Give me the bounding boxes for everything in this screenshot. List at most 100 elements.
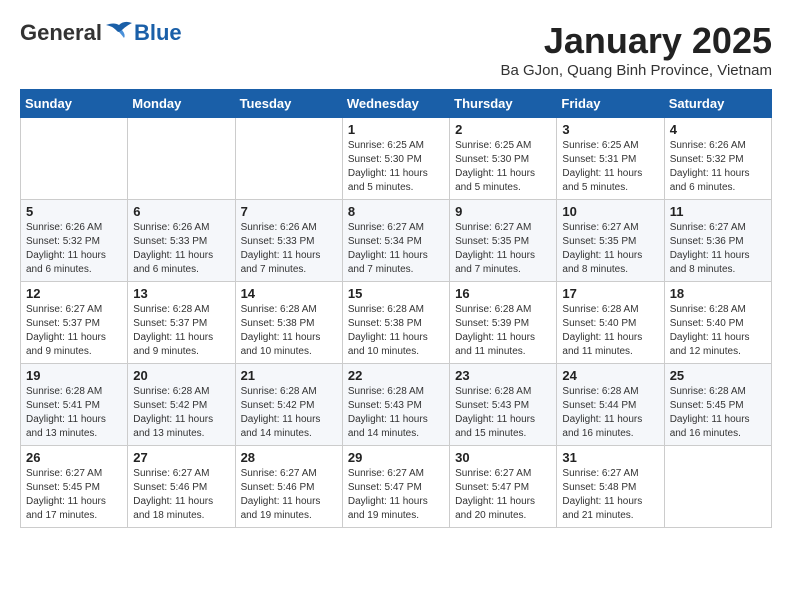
day-number: 27: [133, 450, 229, 465]
day-number: 6: [133, 204, 229, 219]
day-info: Sunrise: 6:27 AM Sunset: 5:35 PM Dayligh…: [562, 221, 658, 277]
weekday-header-row: SundayMondayTuesdayWednesdayThursdayFrid…: [21, 90, 772, 118]
title-area: January 2025 Ba GJon, Quang Binh Provinc…: [500, 20, 772, 79]
weekday-wednesday: Wednesday: [342, 90, 449, 118]
calendar-cell: 5 Sunrise: 6:26 AM Sunset: 5:32 PM Daylig…: [21, 200, 128, 282]
day-info: Sunrise: 6:27 AM Sunset: 5:48 PM Dayligh…: [562, 467, 658, 523]
day-number: 10: [562, 204, 658, 219]
day-number: 30: [455, 450, 551, 465]
calendar-cell: 25Sunrise: 6:28 AM Sunset: 5:45 PM Dayli…: [664, 364, 771, 446]
calendar-cell: 28 Sunrise: 6:27 AM Sunset: 5:46 PM Dayli…: [235, 446, 342, 528]
day-number: 28: [241, 450, 337, 465]
calendar-week-4: 19 Sunrise: 6:28 AM Sunset: 5:41 PM Dayli…: [21, 364, 772, 446]
weekday-saturday: Saturday: [664, 90, 771, 118]
day-info: Sunrise: 6:28 AM Sunset: 5:37 PM Dayligh…: [133, 303, 229, 359]
day-number: 26: [26, 450, 122, 465]
day-number: 16: [455, 286, 551, 301]
calendar-cell: 14Sunrise: 6:28 AM Sunset: 5:38 PM Dayli…: [235, 282, 342, 364]
calendar-cell: 22 Sunrise: 6:28 AM Sunset: 5:43 PM Dayli…: [342, 364, 449, 446]
calendar-cell: [128, 118, 235, 200]
day-info: Sunrise: 6:28 AM Sunset: 5:42 PM Dayligh…: [133, 385, 229, 441]
day-info: Sunrise: 6:28 AM Sunset: 5:40 PM Dayligh…: [562, 303, 658, 359]
calendar-table: SundayMondayTuesdayWednesdayThursdayFrid…: [20, 89, 772, 528]
calendar-cell: 27 Sunrise: 6:27 AM Sunset: 5:46 PM Dayli…: [128, 446, 235, 528]
day-number: 21: [241, 368, 337, 383]
calendar-cell: 17 Sunrise: 6:28 AM Sunset: 5:40 PM Dayli…: [557, 282, 664, 364]
calendar-cell: 18Sunrise: 6:28 AM Sunset: 5:40 PM Dayli…: [664, 282, 771, 364]
calendar-cell: 8Sunrise: 6:27 AM Sunset: 5:34 PM Daylig…: [342, 200, 449, 282]
day-number: 25: [670, 368, 766, 383]
day-info: Sunrise: 6:27 AM Sunset: 5:47 PM Dayligh…: [348, 467, 444, 523]
day-number: 3: [562, 122, 658, 137]
day-number: 17: [562, 286, 658, 301]
day-number: 19: [26, 368, 122, 383]
calendar-cell: 12 Sunrise: 6:27 AM Sunset: 5:37 PM Dayli…: [21, 282, 128, 364]
day-info: Sunrise: 6:28 AM Sunset: 5:38 PM Dayligh…: [241, 303, 337, 359]
day-info: Sunrise: 6:28 AM Sunset: 5:42 PM Dayligh…: [241, 385, 337, 441]
day-number: 5: [26, 204, 122, 219]
day-info: Sunrise: 6:27 AM Sunset: 5:47 PM Dayligh…: [455, 467, 551, 523]
calendar-cell: 16 Sunrise: 6:28 AM Sunset: 5:39 PM Dayli…: [450, 282, 557, 364]
day-info: Sunrise: 6:27 AM Sunset: 5:35 PM Dayligh…: [455, 221, 551, 277]
calendar-week-5: 26 Sunrise: 6:27 AM Sunset: 5:45 PM Dayli…: [21, 446, 772, 528]
calendar-cell: 23Sunrise: 6:28 AM Sunset: 5:43 PM Dayli…: [450, 364, 557, 446]
day-number: 1: [348, 122, 444, 137]
calendar-cell: 24 Sunrise: 6:28 AM Sunset: 5:44 PM Dayli…: [557, 364, 664, 446]
weekday-thursday: Thursday: [450, 90, 557, 118]
day-number: 4: [670, 122, 766, 137]
day-info: Sunrise: 6:26 AM Sunset: 5:32 PM Dayligh…: [26, 221, 122, 277]
calendar-cell: 3 Sunrise: 6:25 AM Sunset: 5:31 PM Daylig…: [557, 118, 664, 200]
calendar-week-2: 5 Sunrise: 6:26 AM Sunset: 5:32 PM Daylig…: [21, 200, 772, 282]
day-number: 7: [241, 204, 337, 219]
day-number: 11: [670, 204, 766, 219]
weekday-friday: Friday: [557, 90, 664, 118]
calendar-cell: 7 Sunrise: 6:26 AM Sunset: 5:33 PM Daylig…: [235, 200, 342, 282]
calendar-cell: 19 Sunrise: 6:28 AM Sunset: 5:41 PM Dayli…: [21, 364, 128, 446]
day-info: Sunrise: 6:27 AM Sunset: 5:45 PM Dayligh…: [26, 467, 122, 523]
day-info: Sunrise: 6:28 AM Sunset: 5:41 PM Dayligh…: [26, 385, 122, 441]
day-number: 22: [348, 368, 444, 383]
logo-blue-text: Blue: [134, 20, 182, 46]
day-number: 24: [562, 368, 658, 383]
month-title: January 2025: [500, 20, 772, 62]
day-info: Sunrise: 6:27 AM Sunset: 5:36 PM Dayligh…: [670, 221, 766, 277]
day-info: Sunrise: 6:26 AM Sunset: 5:33 PM Dayligh…: [133, 221, 229, 277]
calendar-cell: 29 Sunrise: 6:27 AM Sunset: 5:47 PM Dayli…: [342, 446, 449, 528]
day-info: Sunrise: 6:25 AM Sunset: 5:31 PM Dayligh…: [562, 139, 658, 195]
calendar-cell: [664, 446, 771, 528]
day-number: 12: [26, 286, 122, 301]
day-info: Sunrise: 6:27 AM Sunset: 5:34 PM Dayligh…: [348, 221, 444, 277]
logo: General Blue: [20, 20, 182, 46]
day-info: Sunrise: 6:25 AM Sunset: 5:30 PM Dayligh…: [455, 139, 551, 195]
calendar-cell: [21, 118, 128, 200]
location-title: Ba GJon, Quang Binh Province, Vietnam: [500, 62, 772, 79]
weekday-monday: Monday: [128, 90, 235, 118]
calendar-week-1: 1 Sunrise: 6:25 AM Sunset: 5:30 PM Daylig…: [21, 118, 772, 200]
calendar-week-3: 12 Sunrise: 6:27 AM Sunset: 5:37 PM Dayli…: [21, 282, 772, 364]
day-info: Sunrise: 6:26 AM Sunset: 5:33 PM Dayligh…: [241, 221, 337, 277]
day-number: 15: [348, 286, 444, 301]
weekday-sunday: Sunday: [21, 90, 128, 118]
day-number: 20: [133, 368, 229, 383]
day-number: 29: [348, 450, 444, 465]
calendar-cell: 1Sunrise: 6:25 AM Sunset: 5:30 PM Daylig…: [342, 118, 449, 200]
day-number: 31: [562, 450, 658, 465]
day-info: Sunrise: 6:28 AM Sunset: 5:44 PM Dayligh…: [562, 385, 658, 441]
day-info: Sunrise: 6:27 AM Sunset: 5:37 PM Dayligh…: [26, 303, 122, 359]
day-number: 18: [670, 286, 766, 301]
calendar-cell: 2 Sunrise: 6:25 AM Sunset: 5:30 PM Daylig…: [450, 118, 557, 200]
day-info: Sunrise: 6:28 AM Sunset: 5:39 PM Dayligh…: [455, 303, 551, 359]
calendar-cell: 30 Sunrise: 6:27 AM Sunset: 5:47 PM Dayli…: [450, 446, 557, 528]
calendar-cell: 6 Sunrise: 6:26 AM Sunset: 5:33 PM Daylig…: [128, 200, 235, 282]
day-number: 2: [455, 122, 551, 137]
day-number: 13: [133, 286, 229, 301]
weekday-tuesday: Tuesday: [235, 90, 342, 118]
day-info: Sunrise: 6:27 AM Sunset: 5:46 PM Dayligh…: [241, 467, 337, 523]
day-info: Sunrise: 6:27 AM Sunset: 5:46 PM Dayligh…: [133, 467, 229, 523]
day-info: Sunrise: 6:28 AM Sunset: 5:38 PM Dayligh…: [348, 303, 444, 359]
day-info: Sunrise: 6:28 AM Sunset: 5:43 PM Dayligh…: [348, 385, 444, 441]
calendar-cell: 15 Sunrise: 6:28 AM Sunset: 5:38 PM Dayli…: [342, 282, 449, 364]
calendar-cell: 13 Sunrise: 6:28 AM Sunset: 5:37 PM Dayli…: [128, 282, 235, 364]
calendar-body: 1 Sunrise: 6:25 AM Sunset: 5:30 PM Daylig…: [21, 118, 772, 528]
day-number: 9: [455, 204, 551, 219]
